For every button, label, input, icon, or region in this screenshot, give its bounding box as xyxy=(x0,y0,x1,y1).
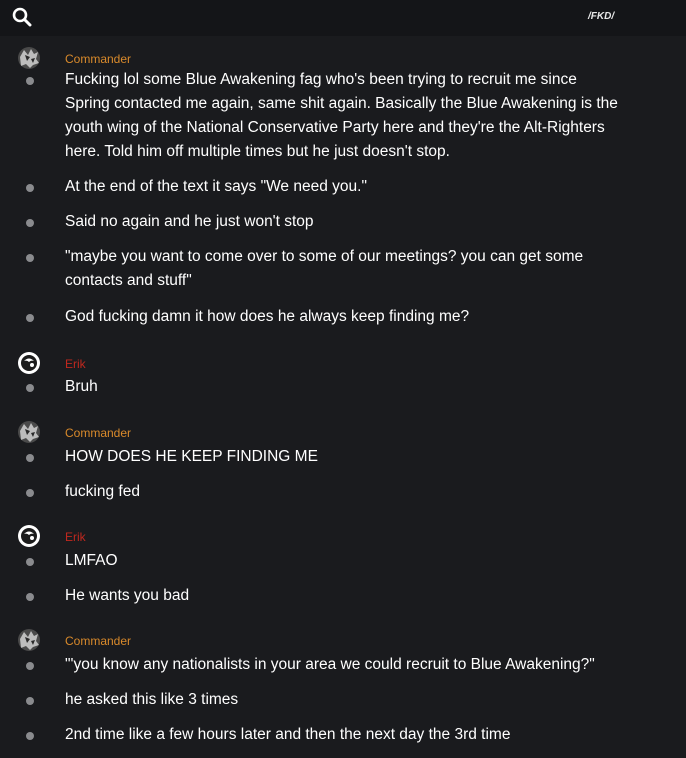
message-text: Bruh xyxy=(65,378,98,395)
message-author[interactable]: Erik xyxy=(65,357,86,371)
message-text: Said no again and he just won't stop xyxy=(65,213,314,230)
avatar-commander[interactable] xyxy=(18,421,40,443)
message-bullet xyxy=(26,77,34,85)
avatar-commander[interactable] xyxy=(18,47,40,69)
avatar-commander[interactable] xyxy=(18,629,40,651)
channel-name: /FKD/ xyxy=(588,11,615,22)
message-bullet xyxy=(26,558,34,566)
message-text: LMFAO xyxy=(65,552,118,569)
message-bullet xyxy=(26,489,34,497)
message-author[interactable]: Commander xyxy=(65,52,131,66)
message-text: "maybe you want to come over to some of … xyxy=(65,248,584,289)
message-text: he asked this like 3 times xyxy=(65,691,239,708)
avatar-erik[interactable] xyxy=(18,525,40,547)
message-text: At the end of the text it says "We need … xyxy=(65,178,367,195)
message-author[interactable]: Erik xyxy=(65,530,86,544)
message-bullet xyxy=(26,219,34,227)
message-bullet xyxy=(26,384,34,392)
message-bullet xyxy=(26,184,34,192)
message-bullet xyxy=(26,454,34,462)
message-bullet xyxy=(26,314,34,322)
message-bullet xyxy=(26,254,34,262)
search-icon[interactable] xyxy=(12,7,32,27)
message-author[interactable]: Commander xyxy=(65,634,131,648)
message-author[interactable]: Commander xyxy=(65,426,131,440)
message-text: "'you know any nationalists in your area… xyxy=(65,656,595,673)
message-bullet xyxy=(26,732,34,740)
top-bar: /FKD/ xyxy=(0,0,686,36)
message-text: fucking fed xyxy=(65,483,140,500)
message-bullet xyxy=(26,697,34,705)
message-text: He wants you bad xyxy=(65,587,190,604)
avatar-erik[interactable] xyxy=(18,352,40,374)
message-text: HOW DOES HE KEEP FINDING ME xyxy=(65,448,318,465)
message-text: Fucking lol some Blue Awakening fag who'… xyxy=(65,71,618,160)
message-bullet xyxy=(26,593,34,601)
message-text: God fucking damn it how does he always k… xyxy=(65,308,470,325)
message-text: 2nd time like a few hours later and then… xyxy=(65,726,511,743)
message-bullet xyxy=(26,662,34,670)
